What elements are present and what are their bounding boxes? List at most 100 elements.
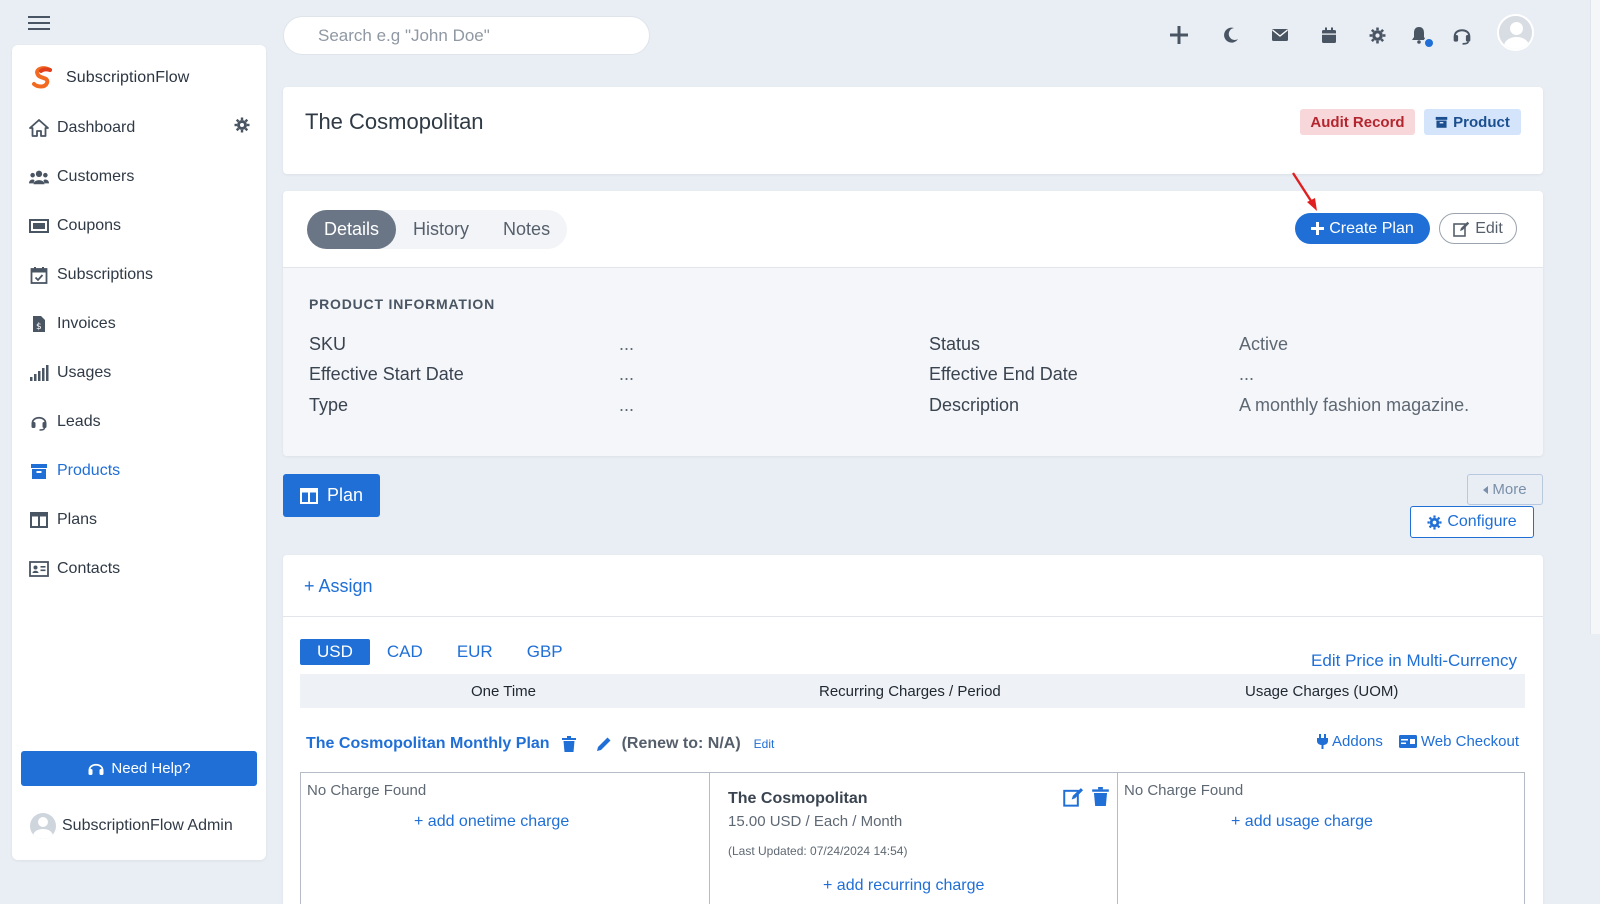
tab-details[interactable]: Details bbox=[307, 210, 397, 249]
configure-button[interactable]: Configure bbox=[1410, 506, 1534, 538]
field-label-type: Type bbox=[309, 395, 349, 415]
user-avatar[interactable] bbox=[1497, 14, 1534, 51]
currency-tab-usd[interactable]: USD bbox=[300, 639, 370, 665]
field-value-sku: ... bbox=[619, 334, 635, 354]
no-onetime-charge-text: No Charge Found bbox=[307, 782, 427, 799]
currency-tab-gbp[interactable]: GBP bbox=[510, 639, 580, 665]
field-label-status: Status bbox=[929, 334, 981, 354]
sidebar-item-label: Leads bbox=[57, 412, 101, 430]
delete-charge-icon[interactable] bbox=[1092, 787, 1109, 807]
sidebar-item-label: Plans bbox=[57, 510, 98, 528]
divider bbox=[283, 616, 1543, 617]
trash-icon[interactable] bbox=[561, 736, 576, 752]
web-checkout-link[interactable]: Web Checkout bbox=[1398, 733, 1519, 750]
edit-charge-icon[interactable] bbox=[1063, 787, 1084, 807]
sidebar-item-customers[interactable]: Customers bbox=[28, 152, 256, 201]
currency-tab-eur[interactable]: EUR bbox=[440, 639, 510, 665]
sidebar-item-label: Subscriptions bbox=[57, 265, 154, 283]
create-plan-label: Create Plan bbox=[1329, 219, 1414, 237]
page-scrollbar[interactable] bbox=[1590, 0, 1600, 634]
column-header-usage: Usage Charges (UOM) bbox=[1245, 682, 1399, 700]
calendar-icon[interactable] bbox=[1318, 24, 1340, 46]
pencil-icon[interactable] bbox=[596, 736, 612, 752]
sidebar-item-invoices[interactable]: $ Invoices bbox=[28, 299, 256, 348]
add-onetime-charge-link[interactable]: + add onetime charge bbox=[414, 813, 569, 831]
home-icon bbox=[29, 118, 49, 138]
field-label-start-date: Effective Start Date bbox=[309, 364, 464, 384]
section-title: PRODUCT INFORMATION bbox=[309, 296, 496, 312]
brand-logo-icon bbox=[30, 66, 56, 90]
admin-profile[interactable]: SubscriptionFlow Admin bbox=[30, 813, 233, 839]
columns-icon bbox=[29, 510, 49, 530]
search-input[interactable] bbox=[283, 16, 650, 55]
edit-multi-currency-link[interactable]: Edit Price in Multi-Currency bbox=[1311, 651, 1517, 671]
plan-name-link[interactable]: The Cosmopolitan Monthly Plan bbox=[306, 735, 550, 753]
credit-card-icon bbox=[1398, 735, 1417, 748]
support-headset-icon[interactable] bbox=[1451, 24, 1473, 46]
bell-icon[interactable] bbox=[1408, 24, 1435, 49]
plan-actions: Addons Web Checkout bbox=[1317, 733, 1519, 750]
plan-pricing-card: + Assign USD CAD EUR GBP Edit Price in M… bbox=[283, 555, 1543, 904]
page-title: The Cosmopolitan bbox=[305, 109, 484, 134]
sidebar-item-label: Dashboard bbox=[57, 118, 136, 136]
recurring-charge-name: The Cosmopolitan bbox=[728, 790, 868, 807]
edit-label: Edit bbox=[1475, 219, 1503, 237]
recurring-charge-price: 15.00 USD / Each / Month bbox=[728, 813, 903, 830]
plus-icon[interactable] bbox=[1168, 24, 1190, 46]
tab-notes[interactable]: Notes bbox=[486, 210, 567, 249]
sidebar-item-coupons[interactable]: Coupons bbox=[28, 201, 256, 250]
menu-toggle-icon[interactable] bbox=[28, 14, 52, 32]
plan-button[interactable]: Plan bbox=[283, 474, 380, 517]
audit-record-label: Audit Record bbox=[1310, 113, 1405, 131]
plan-edit-link[interactable]: Edit bbox=[754, 737, 775, 751]
moon-icon[interactable] bbox=[1220, 24, 1242, 46]
field-value-status: Active bbox=[1239, 334, 1289, 354]
addons-link[interactable]: Addons bbox=[1317, 733, 1383, 750]
field-value-type: ... bbox=[619, 395, 635, 415]
sidebar-item-dashboard[interactable]: Dashboard bbox=[28, 103, 256, 152]
need-help-button[interactable]: Need Help? bbox=[21, 751, 257, 786]
brand-name: SubscriptionFlow bbox=[66, 69, 190, 86]
audit-record-badge[interactable]: Audit Record bbox=[1300, 109, 1415, 135]
settings-gear-icon[interactable] bbox=[1366, 24, 1388, 46]
notification-dot bbox=[1423, 37, 1435, 49]
column-header-recurring: Recurring Charges / Period bbox=[819, 682, 1001, 700]
product-badge[interactable]: Product bbox=[1424, 109, 1521, 135]
mail-icon[interactable] bbox=[1269, 24, 1291, 46]
sidebar-item-usages[interactable]: Usages bbox=[28, 348, 256, 397]
archive-icon bbox=[1435, 116, 1448, 128]
tab-history[interactable]: History bbox=[396, 210, 486, 249]
sidebar-item-subscriptions[interactable]: Subscriptions bbox=[28, 250, 256, 299]
usage-charges-cell: No Charge Found + add usage charge bbox=[1118, 773, 1524, 904]
sidebar-item-contacts[interactable]: Contacts bbox=[28, 544, 256, 593]
add-recurring-charge-link[interactable]: + add recurring charge bbox=[823, 877, 984, 895]
field-value-description: A monthly fashion magazine. bbox=[1239, 395, 1470, 415]
renew-text: (Renew to: N/A) bbox=[621, 735, 741, 752]
sidebar-item-label: Customers bbox=[57, 167, 135, 185]
headset-icon bbox=[29, 412, 49, 432]
sidebar-item-label: Contacts bbox=[57, 559, 121, 577]
invoice-icon: $ bbox=[29, 314, 49, 334]
brand[interactable]: SubscriptionFlow bbox=[30, 66, 189, 90]
field-value-end-date: ... bbox=[1239, 364, 1255, 384]
sidebar-item-label: Coupons bbox=[57, 216, 122, 234]
column-header-one-time: One Time bbox=[471, 682, 537, 700]
sidebar-item-products[interactable]: Products bbox=[28, 446, 256, 495]
more-label: More bbox=[1492, 481, 1527, 498]
product-details-card: Details History Notes Create Plan Edit P… bbox=[283, 172, 1543, 456]
more-button[interactable]: More bbox=[1467, 474, 1543, 505]
sidebar-item-leads[interactable]: Leads bbox=[28, 397, 256, 446]
create-plan-button[interactable]: Create Plan bbox=[1295, 213, 1430, 244]
gear-icon bbox=[1427, 514, 1442, 530]
dashboard-settings-gear-icon[interactable] bbox=[234, 117, 250, 133]
archive-icon bbox=[29, 461, 49, 481]
add-usage-charge-link[interactable]: + add usage charge bbox=[1231, 813, 1373, 831]
edit-product-button[interactable]: Edit bbox=[1439, 213, 1517, 244]
charges-column-header: One Time Recurring Charges / Period Usag… bbox=[300, 674, 1525, 708]
onetime-charges-cell: No Charge Found + add onetime charge bbox=[301, 773, 710, 904]
recurring-charges-cell: The Cosmopolitan 15.00 USD / Each / Mont… bbox=[710, 773, 1118, 904]
sidebar-item-plans[interactable]: Plans bbox=[28, 495, 256, 544]
currency-tab-cad[interactable]: CAD bbox=[370, 639, 440, 665]
product-information-panel: PRODUCT INFORMATION SKU ... Effective St… bbox=[283, 267, 1543, 456]
assign-link[interactable]: + Assign bbox=[304, 576, 373, 597]
